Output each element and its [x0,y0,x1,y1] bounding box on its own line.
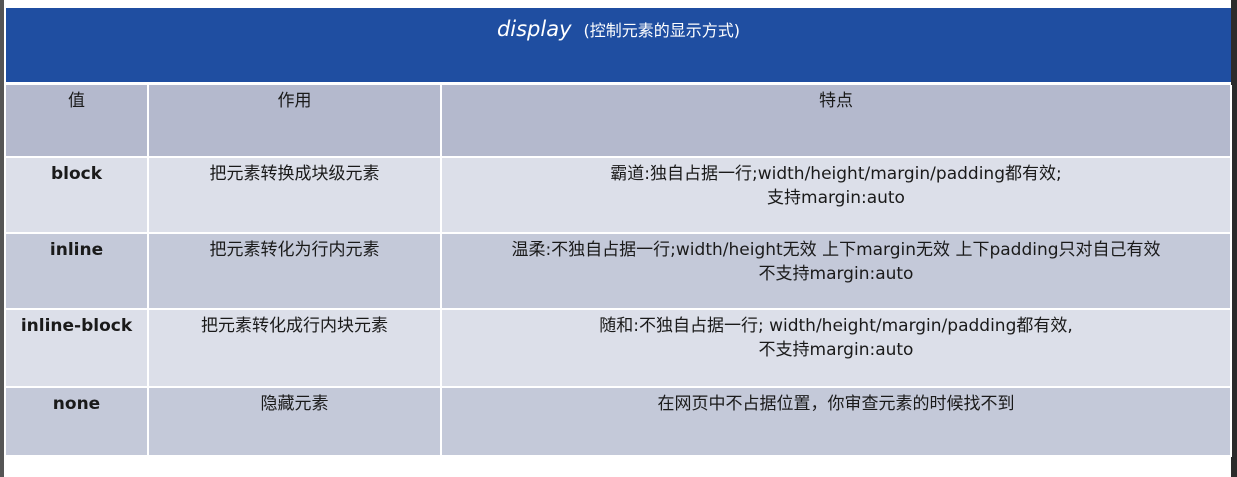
title-bar: display (控制元素的显示方式) [6,8,1231,85]
feature-cell: 霸道:独自占据一行;width/height/margin/padding都有效… [441,157,1232,234]
feature-line: 不支持margin:auto [758,340,914,360]
table-row: none 隐藏元素 在网页中不占据位置，你审查元素的时候找不到 [6,387,1232,457]
effect-cell: 把元素转化成行内块元素 [148,309,442,388]
column-header-value: 值 [6,85,149,158]
window-left-edge [0,0,4,477]
table-row: block 把元素转换成块级元素 霸道:独自占据一行;width/height/… [6,157,1232,234]
feature-line: 温柔:不独自占据一行;width/height无效 上下margin无效 上下p… [511,240,1161,260]
column-header-effect: 作用 [148,85,442,158]
feature-line: 不支持margin:auto [758,264,914,284]
feature-line: 在网页中不占据位置，你审查元素的时候找不到 [657,394,1015,414]
feature-line: 随和:不独自占据一行; width/height/margin/padding都… [599,316,1073,336]
effect-cell: 把元素转换成块级元素 [148,157,442,234]
value-cell: inline [6,233,149,310]
table-row: inline 把元素转化为行内元素 温柔:不独自占据一行;width/heigh… [6,233,1232,310]
feature-cell: 温柔:不独自占据一行;width/height无效 上下margin无效 上下p… [441,233,1232,310]
feature-line: 支持margin:auto [767,188,905,208]
feature-cell: 在网页中不占据位置，你审查元素的时候找不到 [441,387,1232,457]
table-row: inline-block 把元素转化成行内块元素 随和:不独自占据一行; wid… [6,309,1232,388]
page-title: display (控制元素的显示方式) [6,17,1231,41]
value-cell: inline-block [6,309,149,388]
value-cell: block [6,157,149,234]
effect-cell: 把元素转化为行内元素 [148,233,442,310]
feature-cell: 随和:不独自占据一行; width/height/margin/padding都… [441,309,1232,388]
feature-line: 霸道:独自占据一行;width/height/margin/padding都有效… [610,164,1062,184]
title-description: (控制元素的显示方式) [583,21,741,40]
column-header-feature: 特点 [441,85,1232,158]
table-header-row: 值 作用 特点 [6,85,1232,158]
title-code: display [496,17,572,41]
display-table: 值 作用 特点 block 把元素转换成块级元素 霸道:独自占据一行;width… [6,85,1232,457]
effect-cell: 隐藏元素 [148,387,442,457]
value-cell: none [6,387,149,457]
